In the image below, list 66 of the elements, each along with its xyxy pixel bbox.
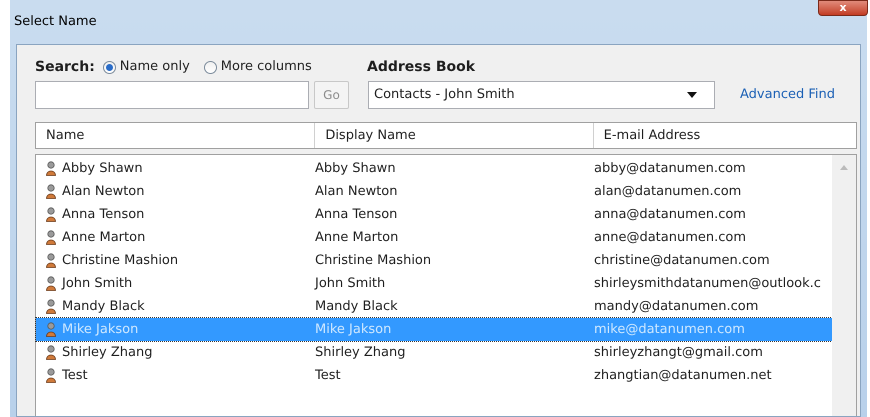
contact-name: Shirley Zhang — [62, 344, 154, 362]
contact-row[interactable]: Mandy Black Mandy Black mandy@datanumen.com — [36, 295, 832, 318]
person-icon — [46, 276, 56, 291]
search-label: Search: — [35, 58, 95, 76]
person-icon — [46, 299, 56, 314]
contact-name: Mandy Black — [62, 298, 146, 316]
contact-name: Test — [62, 366, 89, 385]
contact-row[interactable]: Abby Shawn Abby Shawn abby@datanumen.com — [36, 157, 832, 180]
column-header[interactable]: Name — [36, 123, 316, 148]
contact-name: Anne Marton — [62, 228, 146, 247]
person-icon — [46, 230, 56, 245]
column-header[interactable]: Display Name — [315, 123, 594, 148]
email-address: alan@datanumen.com — [594, 182, 742, 201]
contact-row[interactable]: Alan Newton Alan Newton alan@datanumen.com — [36, 180, 832, 203]
email-address: mandy@datanumen.com — [594, 298, 758, 316]
scroll-up-icon[interactable] — [840, 165, 848, 170]
caret-icon — [687, 92, 697, 98]
email-address: zhangtian@datanumen.net — [594, 366, 772, 385]
email-address: anna@datanumen.com — [594, 206, 746, 224]
email-address: shirleyzhangt@gmail.com — [594, 344, 763, 362]
radio-label[interactable]: More columns — [220, 57, 312, 77]
radio-label[interactable]: Name only — [120, 57, 190, 77]
contact-name: Christine Mashion — [62, 252, 180, 270]
address-book-label: Address Book — [367, 58, 476, 76]
display-name: Alan Newton — [315, 182, 398, 201]
person-icon — [46, 368, 56, 383]
contact-name: Anna Tenson — [62, 206, 146, 224]
contact-row[interactable]: Anna Tenson Anna Tenson anna@datanumen.com — [36, 203, 832, 226]
contact-name: John Smith — [62, 274, 134, 293]
person-icon — [46, 253, 56, 268]
person-icon — [46, 345, 56, 360]
contact-name: Alan Newton — [62, 182, 146, 201]
contact-row[interactable]: Shirley Zhang Shirley Zhang shirleyzhangt@gmail.com — [36, 341, 832, 364]
display-name: Anne Marton — [315, 228, 400, 247]
address-book-dropdown[interactable]: Contacts - John Smith — [368, 81, 715, 109]
window-title: Select Name — [14, 13, 97, 31]
contact-row[interactable]: Anne Marton Anne Marton anne@datanumen.com — [36, 226, 832, 249]
display-name: Abby Shawn — [315, 160, 397, 178]
person-icon — [46, 161, 56, 176]
close-button[interactable]: x — [818, 0, 868, 16]
radio-button[interactable] — [102, 60, 116, 74]
contact-name: Mike Jakson — [62, 320, 140, 339]
display-name: Mandy Black — [315, 298, 399, 316]
column-header[interactable]: E-mail Address — [594, 123, 856, 148]
display-name: Shirley Zhang — [315, 344, 406, 362]
display-name: Anna Tenson — [315, 206, 398, 224]
display-name: Christine Mashion — [315, 252, 432, 270]
email-address: christine@datanumen.com — [594, 252, 770, 270]
contact-name: Abby Shawn — [62, 160, 144, 178]
contact-row[interactable]: Christine Mashion Christine Mashion christine@datanumen.com — [36, 249, 832, 272]
advanced-find-link[interactable]: Advanced Find — [740, 85, 835, 105]
email-address: shirleysmithdatanumen@outlook.c — [594, 274, 821, 293]
contact-row[interactable]: John Smith John Smith shirleysmithdatanumen@outlook.c — [36, 272, 832, 295]
email-address: anne@datanumen.com — [594, 228, 746, 247]
email-address: abby@datanumen.com — [594, 160, 746, 178]
email-address: mike@datanumen.com — [594, 320, 745, 339]
search-field[interactable] — [35, 81, 309, 109]
radio-button[interactable] — [204, 60, 217, 74]
scrollbar[interactable] — [832, 155, 856, 416]
display-name: Test — [315, 366, 342, 385]
display-name: John Smith — [315, 274, 386, 293]
contact-row[interactable]: Test Test zhangtian@datanumen.net — [36, 364, 832, 387]
person-icon — [46, 207, 56, 222]
person-icon — [46, 322, 56, 337]
person-icon — [46, 184, 56, 199]
display-name: Mike Jakson — [315, 320, 392, 339]
